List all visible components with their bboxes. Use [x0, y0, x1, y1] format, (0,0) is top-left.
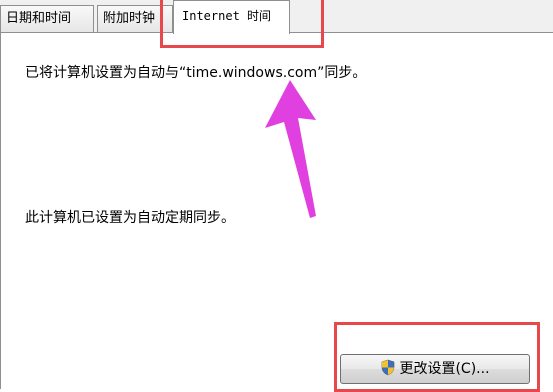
uac-shield-icon: [382, 359, 395, 376]
schedule-status-text: 此计算机已设置为自动定期同步。: [25, 210, 235, 226]
change-settings-button[interactable]: 更改设置(C)...: [340, 354, 530, 384]
tab-internet-time[interactable]: Internet 时间: [173, 0, 290, 34]
change-settings-label: 更改设置(C)...: [399, 361, 490, 377]
tab-additional-clocks[interactable]: 附加时钟: [97, 5, 173, 32]
tab-strip: 日期和时间 附加时钟 Internet 时间: [0, 0, 553, 34]
sync-status-text: 已将计算机设置为自动与“time.windows.com”同步。: [25, 65, 367, 81]
tab-date-time[interactable]: 日期和时间: [0, 5, 94, 32]
